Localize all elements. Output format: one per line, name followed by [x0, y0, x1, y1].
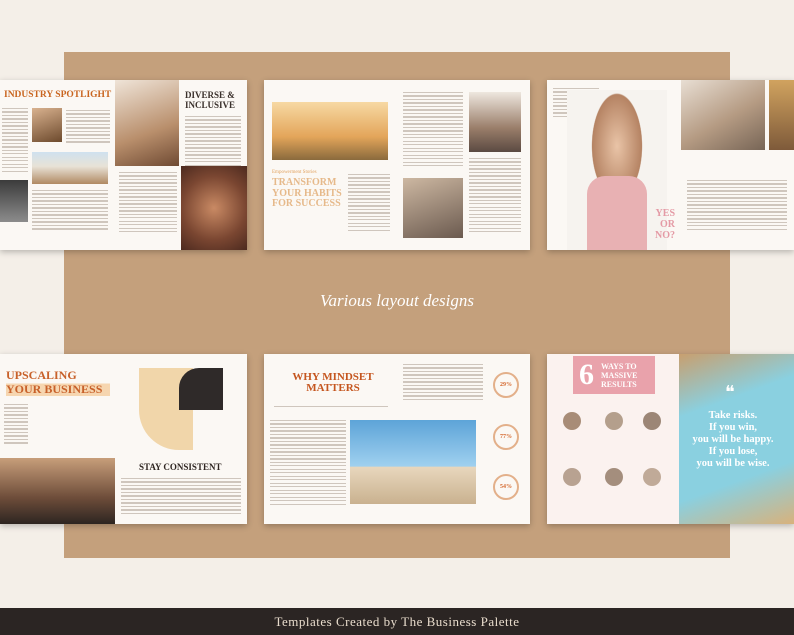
icon-photo-6	[643, 468, 661, 486]
six-number: 6	[579, 358, 594, 391]
caption-text: Various layout designs	[320, 291, 474, 310]
laptop-photo	[179, 368, 223, 410]
spread-yes-or-no: YES OR NO?	[547, 80, 794, 250]
portrait-photo	[32, 108, 62, 142]
stay-consistent-title: STAY CONSISTENT	[139, 462, 222, 472]
side-photo	[769, 80, 794, 150]
quote-block: Take risks. If you win, you will be happ…	[683, 410, 783, 470]
desk-photo	[403, 178, 463, 238]
stat-circle-2: 77%	[493, 424, 519, 450]
footer-banner: Templates Created by The Business Palett…	[0, 608, 794, 635]
group-portrait-photo	[469, 92, 521, 152]
quote-line-2: If you win,	[708, 422, 758, 433]
upscaling-title: UPSCALING YOUR BUSINESS	[6, 368, 110, 396]
icon-photo-4	[563, 468, 581, 486]
spread-six-ways: 6 WAYS TO MASSIVE RESULTS ❝ Take risks. …	[547, 354, 794, 524]
transform-title: TRANSFORM YOUR HABITS FOR SUCCESS	[272, 177, 342, 209]
icon-photo-3	[643, 412, 661, 430]
spread-why-mindset: WHY MINDSET MATTERS 29% 77% 54%	[264, 354, 530, 524]
sunset-group-photo	[272, 102, 388, 160]
stat-circle-3: 54%	[493, 474, 519, 500]
woman-top	[587, 176, 647, 250]
quote-line-1: Take risks.	[708, 410, 758, 421]
hands-photo	[181, 166, 247, 250]
quote-page: ❝ Take risks. If you win, you will be ha…	[679, 354, 794, 524]
icon-photo-5	[605, 468, 623, 486]
quote-mark: ❝	[725, 382, 735, 402]
mindset-title: WHY MINDSET MATTERS	[292, 371, 374, 394]
quote-line-4: If you lose,	[708, 446, 758, 457]
spread-title: INDUSTRY SPOTLIGHT	[4, 90, 112, 100]
spread-transform-habits: Empowerment Stories TRANSFORM YOUR HABIT…	[264, 80, 530, 250]
icon-photo-2	[605, 412, 623, 430]
six-ways-banner: 6 WAYS TO MASSIVE RESULTS	[573, 356, 655, 394]
city-skyline-photo	[0, 458, 115, 524]
stat-circle-1: 29%	[493, 372, 519, 398]
modern-house-photo	[32, 152, 108, 184]
quote-line-3: you will be happy.	[692, 434, 774, 445]
six-ways-title: WAYS TO MASSIVE RESULTS	[601, 362, 638, 389]
quote-line-5: you will be wise.	[696, 458, 770, 469]
team-photo	[115, 80, 179, 166]
spread-upscaling: UPSCALING YOUR BUSINESS STAY CONSISTENT	[0, 354, 247, 524]
feature-title: DIVERSE & INCLUSIVE	[185, 90, 236, 110]
building-photo	[0, 180, 28, 222]
yes-or-no-title: YES OR NO?	[655, 208, 675, 241]
handshake-photo	[681, 80, 765, 150]
spread-industry-spotlight: INDUSTRY SPOTLIGHT DIVERSE & INCLUSIVE	[0, 80, 247, 250]
icon-photo-1	[563, 412, 581, 430]
empowerment-sub: Empowerment Stories	[272, 170, 317, 175]
